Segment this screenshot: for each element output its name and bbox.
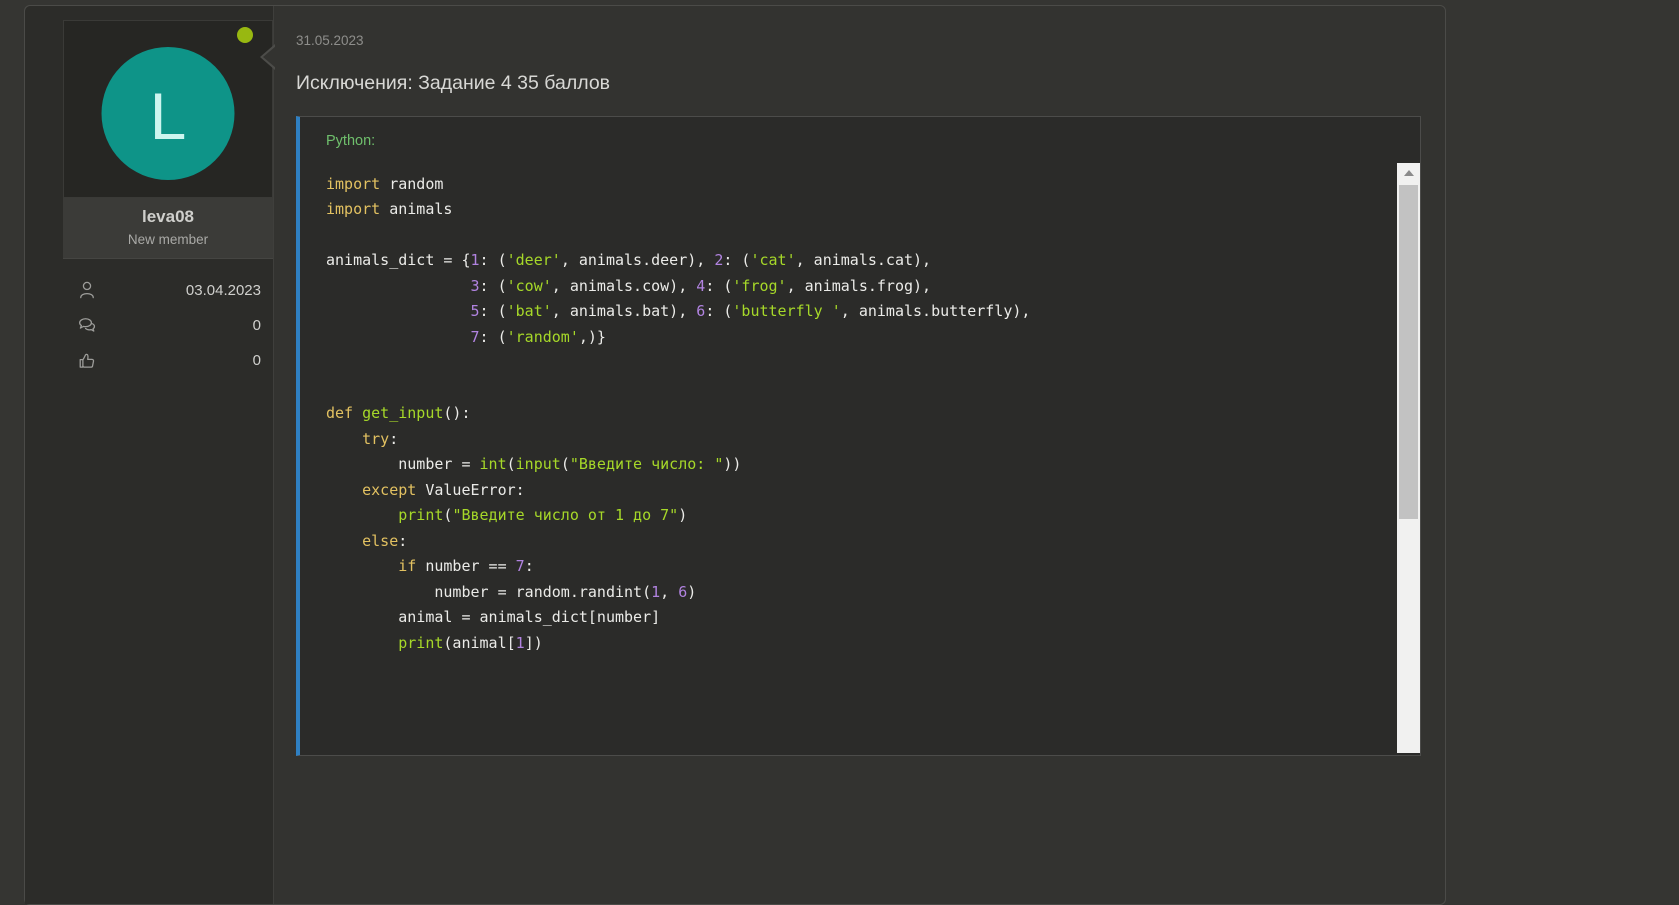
avatar[interactable]: L xyxy=(102,47,235,180)
code-language-label: Python: xyxy=(300,117,1420,161)
forum-post-card: L leva08 New member 03.04.2023 xyxy=(24,5,1446,905)
post-content-cell: 31.05.2023 Исключения: Задание 4 35 балл… xyxy=(274,6,1445,904)
likes-count: 0 xyxy=(253,352,261,369)
forum-page: { "post": { "date": "31.05.2023", "title… xyxy=(0,0,1679,685)
username-link[interactable]: leva08 xyxy=(67,207,269,227)
code-block: Python: import randomimport animals anim… xyxy=(296,116,1421,756)
scrollbar-up-button[interactable] xyxy=(1397,163,1420,184)
scrollbar-thumb[interactable] xyxy=(1399,185,1418,519)
user-stats: 03.04.2023 0 0 xyxy=(63,259,273,375)
code-text: import randomimport animals animals_dict… xyxy=(300,161,1420,677)
user-title-bar: leva08 New member xyxy=(63,198,273,259)
vertical-scrollbar[interactable] xyxy=(1397,163,1420,753)
post-author-sidebar: L leva08 New member 03.04.2023 xyxy=(25,6,274,904)
code-scroll-area[interactable]: import randomimport animals animals_dict… xyxy=(300,161,1420,753)
messages-icon xyxy=(76,314,98,336)
likes-icon xyxy=(76,349,98,371)
online-status-dot xyxy=(237,27,253,43)
member-icon xyxy=(76,279,98,301)
scroll-up-arrow-icon xyxy=(1404,170,1414,176)
stat-row-likes: 0 xyxy=(63,345,273,375)
stat-row-joined: 03.04.2023 xyxy=(63,275,273,305)
avatar-letter: L xyxy=(150,83,187,149)
stat-row-messages: 0 xyxy=(63,310,273,340)
avatar-box: L xyxy=(63,20,273,198)
message-arrow xyxy=(260,44,275,70)
joined-date-value: 03.04.2023 xyxy=(186,282,261,299)
post-title: Исключения: Задание 4 35 баллов xyxy=(296,72,1421,95)
user-role: New member xyxy=(67,232,269,247)
post-date: 31.05.2023 xyxy=(296,34,1421,48)
messages-count: 0 xyxy=(253,317,261,334)
